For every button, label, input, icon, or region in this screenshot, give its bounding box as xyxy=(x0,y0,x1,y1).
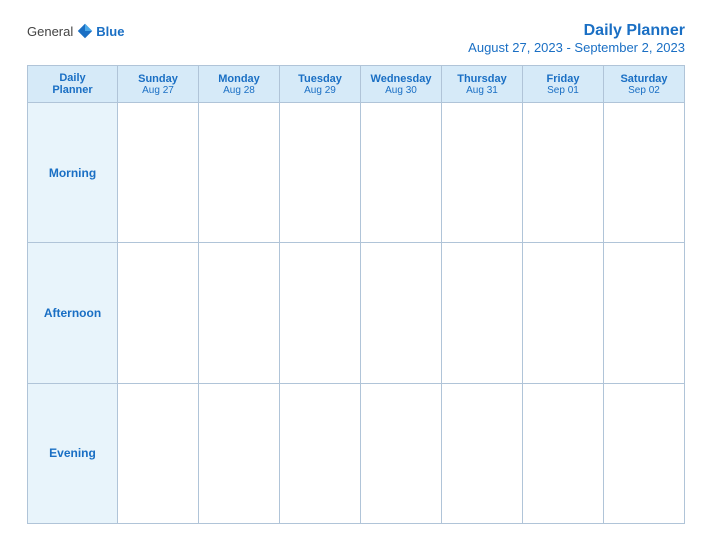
sunday-name: Sunday xyxy=(138,73,178,85)
friday-name: Friday xyxy=(546,73,579,85)
afternoon-tuesday[interactable] xyxy=(280,243,361,382)
title-area: Daily Planner August 27, 2023 - Septembe… xyxy=(468,22,685,55)
morning-row: Morning xyxy=(28,103,684,243)
afternoon-row: Afternoon xyxy=(28,243,684,383)
afternoon-thursday[interactable] xyxy=(442,243,523,382)
tuesday-date: Aug 29 xyxy=(304,85,336,96)
planner-page: General Blue Daily Planner August 27, 20… xyxy=(11,10,701,540)
logo-icon xyxy=(76,22,94,40)
planner-dates: August 27, 2023 - September 2, 2023 xyxy=(468,40,685,55)
header-wednesday: Wednesday Aug 30 xyxy=(361,66,442,102)
afternoon-sunday[interactable] xyxy=(118,243,199,382)
evening-label: Evening xyxy=(28,384,118,523)
header: General Blue Daily Planner August 27, 20… xyxy=(27,22,685,55)
saturday-name: Saturday xyxy=(620,73,667,85)
logo-text: General Blue xyxy=(27,22,124,40)
monday-name: Monday xyxy=(218,73,260,85)
morning-sunday[interactable] xyxy=(118,103,199,242)
morning-saturday[interactable] xyxy=(604,103,684,242)
header-tuesday: Tuesday Aug 29 xyxy=(280,66,361,102)
afternoon-saturday[interactable] xyxy=(604,243,684,382)
evening-thursday[interactable] xyxy=(442,384,523,523)
evening-saturday[interactable] xyxy=(604,384,684,523)
header-thursday: Thursday Aug 31 xyxy=(442,66,523,102)
thursday-name: Thursday xyxy=(457,73,507,85)
evening-wednesday[interactable] xyxy=(361,384,442,523)
sunday-date: Aug 27 xyxy=(142,85,174,96)
wednesday-date: Aug 30 xyxy=(385,85,417,96)
monday-date: Aug 28 xyxy=(223,85,255,96)
evening-friday[interactable] xyxy=(523,384,604,523)
header-saturday: Saturday Sep 02 xyxy=(604,66,684,102)
evening-sunday[interactable] xyxy=(118,384,199,523)
wednesday-name: Wednesday xyxy=(371,73,432,85)
morning-thursday[interactable] xyxy=(442,103,523,242)
afternoon-label: Afternoon xyxy=(28,243,118,382)
morning-tuesday[interactable] xyxy=(280,103,361,242)
header-label-cell: Daily Planner xyxy=(28,66,118,102)
header-friday: Friday Sep 01 xyxy=(523,66,604,102)
planner-title: Daily Planner xyxy=(468,22,685,40)
afternoon-friday[interactable] xyxy=(523,243,604,382)
evening-tuesday[interactable] xyxy=(280,384,361,523)
morning-wednesday[interactable] xyxy=(361,103,442,242)
tuesday-name: Tuesday xyxy=(298,73,342,85)
afternoon-monday[interactable] xyxy=(199,243,280,382)
evening-row: Evening xyxy=(28,384,684,523)
calendar: Daily Planner Sunday Aug 27 Monday Aug 2… xyxy=(27,65,685,524)
logo-area: General Blue xyxy=(27,22,124,40)
afternoon-wednesday[interactable] xyxy=(361,243,442,382)
header-sunday: Sunday Aug 27 xyxy=(118,66,199,102)
logo-blue: Blue xyxy=(96,24,124,39)
morning-monday[interactable] xyxy=(199,103,280,242)
morning-friday[interactable] xyxy=(523,103,604,242)
calendar-body: Morning Afternoon xyxy=(28,103,684,523)
header-label-daily: Daily xyxy=(59,72,85,84)
morning-label: Morning xyxy=(28,103,118,242)
evening-monday[interactable] xyxy=(199,384,280,523)
saturday-date: Sep 02 xyxy=(628,85,660,96)
calendar-header-row: Daily Planner Sunday Aug 27 Monday Aug 2… xyxy=(28,66,684,103)
header-label-planner: Planner xyxy=(52,84,92,96)
friday-date: Sep 01 xyxy=(547,85,579,96)
header-monday: Monday Aug 28 xyxy=(199,66,280,102)
thursday-date: Aug 31 xyxy=(466,85,498,96)
logo-general: General xyxy=(27,24,73,39)
